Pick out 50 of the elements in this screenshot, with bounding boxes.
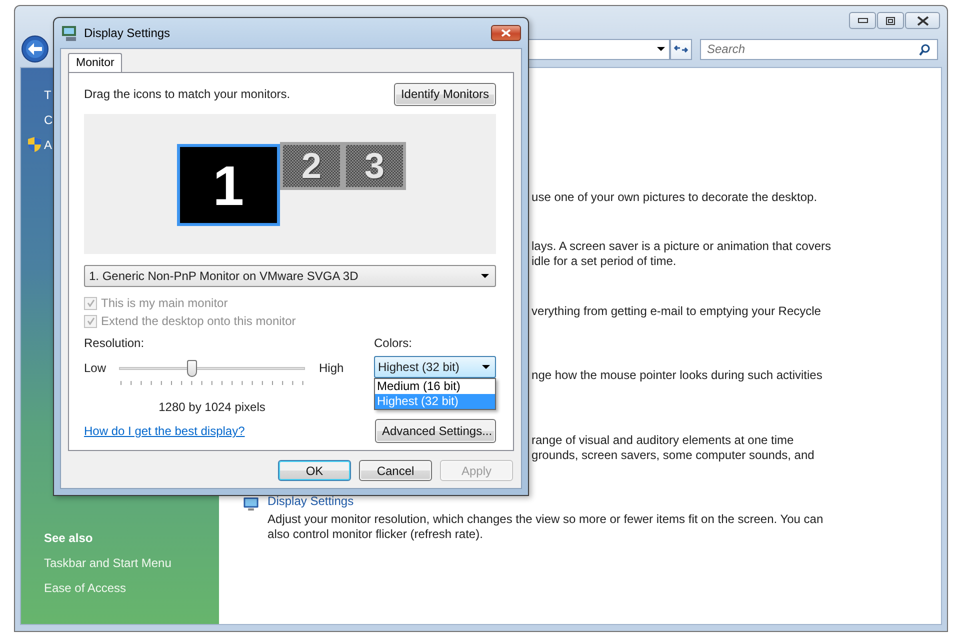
dropdown-arrow-icon <box>657 47 665 51</box>
identify-monitors-button[interactable]: Identify Monitors <box>394 82 496 106</box>
shield-icon <box>28 137 41 152</box>
search-field[interactable]: Search <box>700 38 938 60</box>
refresh-arrows-icon <box>674 44 688 54</box>
dialog-title: Display Settings <box>84 26 172 40</box>
low-label: Low <box>84 361 108 375</box>
description-text: grounds, screen savers, some computer sounds, and <box>532 448 814 464</box>
refresh-button[interactable] <box>670 38 692 60</box>
search-icon <box>919 44 930 56</box>
checkmark-icon <box>86 299 94 307</box>
resolution-reading: 1280 by 1024 pixels <box>158 400 266 414</box>
colors-dropdown[interactable]: Highest (32 bit) <box>374 356 496 378</box>
see-also-heading: See also <box>44 531 94 547</box>
dialog-button[interactable]: Cancel <box>359 460 432 481</box>
advanced-settings-button[interactable]: Advanced Settings... <box>375 419 496 443</box>
description-text: verything from getting e-mail to emptying your Recycle <box>532 304 821 319</box>
description-text: idle for a set period of time. <box>532 254 678 270</box>
dialog-button[interactable]: OK <box>278 460 351 481</box>
checkmark-icon <box>86 317 94 325</box>
close-button[interactable] <box>491 25 521 41</box>
resolution-label: Resolution: <box>84 336 146 350</box>
dropdown-arrow-icon <box>481 274 489 278</box>
checkbox-label: Extend the desktop onto this monitor <box>101 314 296 328</box>
close-icon <box>916 16 928 26</box>
close-button[interactable] <box>905 12 940 29</box>
description-text: use one of your own pictures to decorate the desktop. <box>532 190 818 206</box>
close-icon <box>501 29 511 37</box>
display-app-icon <box>62 26 78 40</box>
minimize-button[interactable] <box>849 12 876 29</box>
description-text: lays. A screen saver is a picture or animation that covers <box>532 238 831 254</box>
high-label: High <box>319 361 344 375</box>
description-text: range of visual and auditory elements at one time <box>532 432 795 448</box>
display-settings-link[interactable]: Display Settings <box>268 492 831 510</box>
checkbox-label: This is my main monitor <box>101 296 228 310</box>
instruction-text: Drag the icons to match your monitors. <box>84 87 290 101</box>
help-link[interactable]: How do I get the best display? <box>84 424 245 438</box>
tab[interactable]: Monitor <box>68 53 122 72</box>
slider-thumb[interactable] <box>186 360 197 376</box>
minimize-icon <box>858 18 868 23</box>
back-button[interactable] <box>21 35 49 63</box>
dropdown-option[interactable]: Medium (16 bit) <box>375 379 495 394</box>
maximize-button[interactable] <box>877 12 904 29</box>
dropdown-arrow-icon <box>482 365 490 369</box>
colors-label: Colors: <box>374 336 414 350</box>
description-text: Adjust your monitor resolution, which changes the view so more or fewer items fit on the screen. You can also control monitor flicker (refresh rate). <box>268 512 824 542</box>
maximize-icon <box>886 16 895 24</box>
monitor-tile[interactable]: 1 <box>177 144 280 226</box>
description-text: nge how the mouse pointer looks during such activities <box>532 368 822 384</box>
monitor-dropdown[interactable]: 1. Generic Non-PnP Monitor on VMware SVGA 3D <box>84 265 496 287</box>
